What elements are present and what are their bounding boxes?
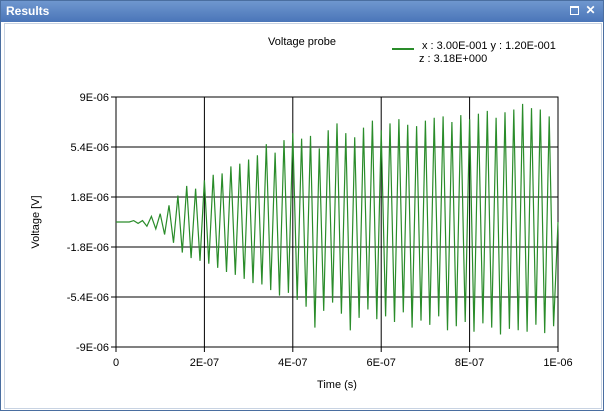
y-axis-label: Voltage [V] [30, 195, 42, 248]
legend-line-1: x : 3.00E-001 y : 1.20E-001 [422, 40, 556, 52]
x-tick-label: 2E-07 [190, 357, 219, 369]
y-tick-label: -9E-06 [76, 342, 109, 354]
x-tick-label: 8E-07 [455, 357, 484, 369]
x-axis-ticks: 0 2E-07 4E-07 6E-07 8E-07 1E-06 [113, 347, 573, 369]
y-axis-ticks: 9E-06 5.4E-06 1.8E-06 -1.8E-06 -5.4E-06 -9E-0… [67, 92, 116, 354]
window-title: Results [6, 4, 50, 18]
voltage-chart: Voltage probe x : 3.00E-001 y : 1.20E-00… [30, 36, 573, 391]
results-window: Results ✕ Voltage probe x : 3.00E-001 y … [0, 0, 604, 411]
results-panel: Voltage probe x : 3.00E-001 y : 1.20E-00… [4, 23, 602, 409]
y-tick-label: 9E-06 [80, 92, 109, 104]
legend-line-2: z : 3.18E+000 [419, 53, 487, 65]
maximize-icon[interactable] [568, 4, 581, 17]
y-tick-label: -1.8E-06 [67, 242, 109, 254]
x-tick-label: 1E-06 [543, 357, 572, 369]
x-tick-label: 4E-07 [278, 357, 307, 369]
window-titlebar[interactable]: Results ✕ [1, 1, 603, 22]
x-tick-label: 6E-07 [367, 357, 396, 369]
close-icon[interactable]: ✕ [584, 4, 597, 17]
x-axis-label: Time (s) [317, 379, 357, 391]
y-tick-label: -5.4E-06 [67, 292, 109, 304]
chart-title: Voltage probe [268, 36, 336, 48]
y-tick-label: 5.4E-06 [70, 142, 109, 154]
y-tick-label: 1.8E-06 [70, 192, 109, 204]
x-tick-label: 0 [113, 357, 119, 369]
chart-legend: x : 3.00E-001 y : 1.20E-001 z : 3.18E+00… [392, 40, 556, 65]
